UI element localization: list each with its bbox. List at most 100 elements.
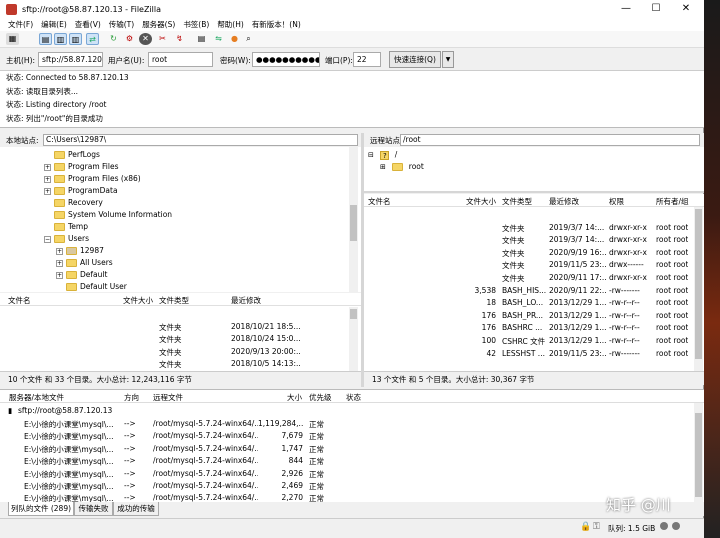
tab-queued-files[interactable]: 列队的文件 (289)	[8, 502, 74, 516]
column-header[interactable]: 文件大小	[466, 196, 496, 207]
quickconnect-dropdown-icon[interactable]: ▼	[442, 51, 454, 68]
expand-toggle-icon[interactable]: −	[44, 236, 51, 243]
remote-file-row[interactable]: .lesshst42LESSHST ...2019/11/5 23:...-rw…	[364, 348, 704, 361]
local-tree-item[interactable]: Temp	[54, 221, 88, 233]
queue-row[interactable]: E:\小徐的小课堂\mysql\... --> /root/mysql-5.7.24…	[0, 480, 704, 493]
menu-item[interactable]: 书签(B)	[183, 19, 209, 30]
expand-toggle-icon[interactable]: +	[44, 176, 51, 183]
remote-path-input[interactable]: /root	[400, 134, 700, 146]
close-icon[interactable]: ✕	[672, 0, 700, 18]
sync-browse-icon[interactable]: ●	[228, 33, 241, 45]
quickconnect-button[interactable]: 快速连接(Q)	[389, 51, 441, 68]
toggle-local-tree-icon[interactable]: ▥	[54, 33, 67, 45]
expand-toggle-icon[interactable]: +	[44, 164, 51, 171]
local-tree-item[interactable]: 12987	[66, 245, 104, 257]
column-header[interactable]: 优先级	[309, 392, 332, 403]
process-queue-icon[interactable]: ⚙	[123, 33, 136, 45]
column-header[interactable]: 文件大小	[123, 295, 153, 306]
username-input[interactable]: root	[148, 52, 213, 67]
column-header[interactable]: 所有者/组	[656, 196, 689, 207]
column-header[interactable]: 权限	[609, 196, 624, 207]
queue-row[interactable]: E:\小徐的小课堂\mysql\... --> /root/mysql-5.7.24…	[0, 430, 704, 443]
queue-scrollbar[interactable]	[694, 403, 703, 502]
column-header[interactable]: 文件类型	[502, 196, 532, 207]
remote-file-row[interactable]: ..	[364, 209, 704, 222]
reconnect-icon[interactable]: ↯	[173, 33, 186, 45]
column-header[interactable]: 远程文件	[153, 392, 183, 403]
cancel-icon[interactable]: ✕	[139, 33, 152, 45]
site-manager-icon[interactable]: ▦	[6, 33, 19, 45]
local-file-row[interactable]: .android文件夹2018/10/21 18:5...	[0, 321, 361, 334]
remote-file-row[interactable]: .bashrc176BASHRC ...2013/12/29 1...-rw-r…	[364, 322, 704, 335]
local-tree-item[interactable]: Users	[54, 233, 89, 245]
column-header[interactable]: 文件名	[368, 196, 391, 207]
tab-successful-transfers[interactable]: 成功的传输	[113, 502, 159, 516]
column-header[interactable]: 方向	[124, 392, 139, 403]
remote-file-row[interactable]: .bash_profile176BASH_PR...2013/12/29 1..…	[364, 310, 704, 323]
filter-icon[interactable]: ▤	[195, 33, 208, 45]
menu-item[interactable]: 文件(F)	[8, 19, 33, 30]
queue-row[interactable]: E:\小徐的小课堂\mysql\... --> /root/mysql-5.7.24…	[0, 455, 704, 468]
host-input[interactable]: sftp://58.87.120.1	[38, 52, 103, 67]
tab-failed-transfers[interactable]: 传输失败	[74, 502, 113, 516]
local-list-scrollbar[interactable]	[349, 307, 358, 371]
remote-file-row[interactable]: .config文件夹2019/3/7 14:...drwxr-xr-xroot …	[364, 234, 704, 247]
menu-item[interactable]: 查看(V)	[75, 19, 101, 30]
queue-row[interactable]: E:\小徐的小课堂\mysql\... --> /root/mysql-5.7.24…	[0, 443, 704, 456]
remote-file-row[interactable]: software文件夹2020/9/11 17:...drwxr-xr-xroo…	[364, 272, 704, 285]
menu-item[interactable]: 有新版本！(N)	[252, 19, 301, 30]
column-header[interactable]: 最近修改	[231, 295, 261, 306]
menu-item[interactable]: 帮助(H)	[217, 19, 244, 30]
local-tree-item[interactable]: ProgramData	[54, 185, 118, 197]
local-file-row[interactable]: .ssh文件夹2020/9/13 20:00:...	[0, 346, 361, 359]
queue-server-row[interactable]: ▮ sftp://root@58.87.120.13	[0, 405, 704, 418]
column-header[interactable]: 大小	[287, 392, 302, 403]
column-header[interactable]: 状态	[346, 392, 361, 403]
local-path-input[interactable]: C:\Users\12987\	[43, 134, 358, 146]
column-header[interactable]: 服务器/本地文件	[9, 392, 64, 403]
remote-file-row[interactable]: .cshrc100CSHRC 文件2013/12/29 1...-rw-r--r…	[364, 335, 704, 348]
disconnect-icon[interactable]: ✂	[156, 33, 169, 45]
search-icon[interactable]: ⌕	[242, 33, 255, 45]
local-file-row[interactable]: .LdVirtualBox文件夹2018/10/24 15:0...	[0, 333, 361, 346]
local-tree-item[interactable]: System Volume Information	[54, 209, 172, 221]
queue-row[interactable]: E:\小徐的小课堂\mysql\... --> /root/mysql-5.7.24…	[0, 418, 704, 431]
password-input[interactable]: ●●●●●●●●●●●	[252, 52, 320, 67]
column-header[interactable]: 文件类型	[159, 295, 189, 306]
remote-file-row[interactable]: .pip文件夹2020/9/19 16:...drwxr-xr-xroot ro…	[364, 247, 704, 260]
remote-file-row[interactable]: .bash_logout18BASH_LO...2013/12/29 1...-…	[364, 297, 704, 310]
remote-tree-root-folder[interactable]: ⊞ root	[380, 161, 424, 173]
menu-item[interactable]: 编辑(E)	[41, 19, 67, 30]
toggle-remote-tree-icon[interactable]: ▥	[69, 33, 82, 45]
expand-toggle-icon[interactable]: +	[56, 272, 63, 279]
local-tree-item[interactable]: Recovery	[54, 197, 103, 209]
remote-file-row[interactable]: .ssh文件夹2019/11/5 23:...drwx------root ro…	[364, 259, 704, 272]
local-tree-item[interactable]: Default	[66, 269, 107, 281]
menu-item[interactable]: 传输(T)	[109, 19, 134, 30]
remote-list-scrollbar[interactable]	[694, 207, 703, 371]
expand-toggle-icon[interactable]: +	[56, 260, 63, 267]
local-tree-item[interactable]: PerfLogs	[54, 149, 100, 161]
refresh-icon[interactable]: ↻	[107, 33, 120, 45]
remote-file-row[interactable]: .cache文件夹2019/3/7 14:...drwxr-xr-xroot r…	[364, 222, 704, 235]
local-tree-item[interactable]: Program Files	[54, 161, 119, 173]
local-tree-item[interactable]: Default User	[66, 281, 127, 292]
compare-icon[interactable]: ⇋	[212, 33, 225, 45]
local-tree-scrollbar[interactable]	[349, 147, 358, 292]
port-input[interactable]: 22	[353, 52, 381, 67]
column-header[interactable]: 最近修改	[549, 196, 579, 207]
toggle-log-icon[interactable]: ▤	[39, 33, 52, 45]
local-file-row[interactable]: ..	[0, 308, 361, 321]
local-tree-item[interactable]: Program Files (x86)	[54, 173, 141, 185]
remote-file-row[interactable]: .bash_history3,538BASH_HIS...2020/9/11 2…	[364, 285, 704, 298]
maximize-icon[interactable]: ☐	[642, 0, 670, 18]
minimize-icon[interactable]: —	[612, 0, 640, 18]
expand-toggle-icon[interactable]: +	[56, 248, 63, 255]
column-header[interactable]: 文件名	[8, 295, 31, 306]
local-tree-item[interactable]: All Users	[66, 257, 113, 269]
queue-row[interactable]: E:\小徐的小课堂\mysql\... --> /root/mysql-5.7.24…	[0, 468, 704, 481]
menu-item[interactable]: 服务器(S)	[142, 19, 175, 30]
local-file-row[interactable]: .swt文件夹2018/10/5 14:13:...	[0, 358, 361, 371]
remote-tree-root[interactable]: ⊟ ? /	[368, 149, 397, 161]
expand-toggle-icon[interactable]: +	[44, 188, 51, 195]
